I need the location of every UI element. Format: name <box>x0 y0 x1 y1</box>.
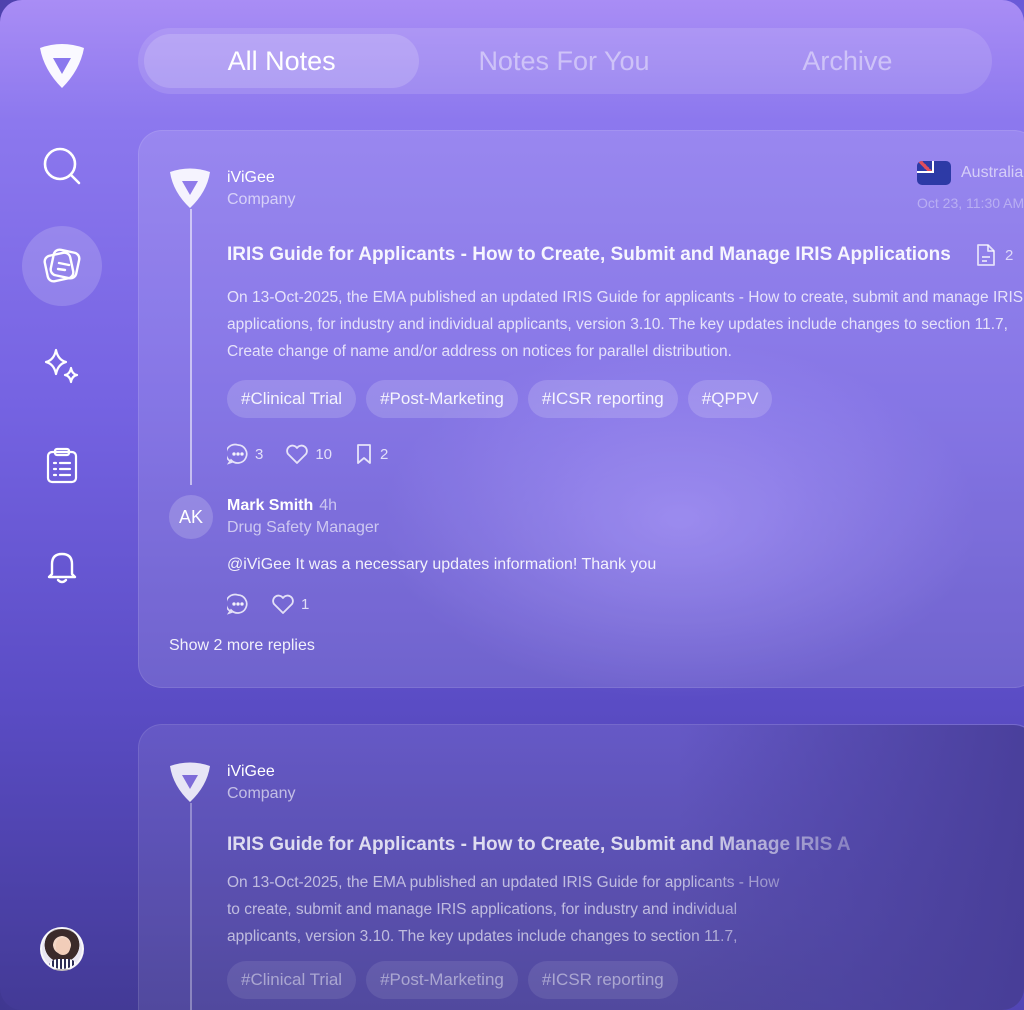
tag-chip[interactable]: #Clinical Trial <box>227 380 357 418</box>
reply-actions: 1 <box>227 593 309 615</box>
tag-list: #Clinical Trial #Post-Marketing #ICSR re… <box>227 961 678 999</box>
company-logo-icon <box>170 762 210 802</box>
reply-time: 4h <box>319 497 338 514</box>
like-count: 10 <box>315 445 333 463</box>
heart-icon <box>286 444 309 464</box>
post-date: Oct 23, 11:30 AM <box>917 195 1024 211</box>
post-title[interactable]: IRIS Guide for Applicants - How to Creat… <box>227 244 951 266</box>
post-body: On 13-Oct-2025, the EMA published an upd… <box>227 874 780 945</box>
note-card: iViGee Company Australia Oct 23, 11:30 A… <box>138 130 1024 688</box>
reply-author[interactable]: Mark Smith 4h <box>227 497 337 515</box>
nav-notes[interactable] <box>22 226 102 306</box>
reply-comment-button[interactable] <box>227 593 249 615</box>
tag-chip[interactable]: #QPPV <box>687 380 773 418</box>
avatar-face <box>56 938 70 955</box>
reply-avatar[interactable]: AK <box>169 495 213 539</box>
show-more-replies-link[interactable]: Show 2 more replies <box>169 637 315 655</box>
bookmark-icon <box>357 444 371 464</box>
post-actions: 3 10 2 <box>227 443 388 465</box>
nav-ai[interactable] <box>22 326 102 406</box>
thread-line <box>190 803 192 1010</box>
comment-count: 3 <box>255 445 264 463</box>
comment-button[interactable]: 3 <box>227 443 263 465</box>
tab-archive[interactable]: Archive <box>709 34 986 88</box>
attachment-count-value: 2 <box>1005 246 1014 264</box>
sparkles-icon <box>44 348 79 384</box>
tag-chip[interactable]: #Clinical Trial <box>227 961 357 999</box>
bell-icon <box>47 552 77 584</box>
attachment-count[interactable]: 2 <box>975 243 1013 267</box>
logo-icon[interactable] <box>36 40 88 90</box>
tag-list: #Clinical Trial #Post-Marketing #ICSR re… <box>227 380 773 418</box>
tab-all-notes[interactable]: All Notes <box>144 34 420 88</box>
nav-tasks[interactable] <box>22 426 102 506</box>
clipboard-icon <box>46 447 78 484</box>
tab-bar: All Notes Notes For You Archive <box>138 28 992 94</box>
sidebar <box>0 0 124 1010</box>
note-card: iViGee Company IRIS Guide for Applicants… <box>138 724 1024 1010</box>
bookmark-button[interactable]: 2 <box>354 443 388 465</box>
post-country: Australia <box>917 161 1023 185</box>
post-author-role: Company <box>227 785 296 802</box>
heart-icon <box>272 594 294 614</box>
app-frame: All Notes Notes For You Archive iViGee C… <box>0 0 1024 1010</box>
post-author[interactable]: iViGee <box>227 169 275 187</box>
tag-chip[interactable]: #Post-Marketing <box>366 380 518 418</box>
thread-line <box>190 209 192 485</box>
comment-icon <box>227 593 248 615</box>
reply-like-button[interactable]: 1 <box>271 593 309 615</box>
comment-icon <box>227 443 248 465</box>
company-logo-icon <box>170 168 210 208</box>
tag-chip[interactable]: #Post-Marketing <box>366 961 518 999</box>
avatar[interactable] <box>40 927 84 971</box>
post-author[interactable]: iViGee <box>227 763 275 781</box>
document-icon <box>977 244 995 266</box>
reply-like-count: 1 <box>301 595 310 613</box>
search-icon <box>43 147 81 185</box>
reply-text: @iViGee It was a necessary updates infor… <box>227 556 657 573</box>
avatar-shirt <box>48 959 78 969</box>
tag-chip[interactable]: #ICSR reporting <box>527 961 678 999</box>
reply-author-name: Mark Smith <box>227 497 314 514</box>
tab-notes-for-you[interactable]: Notes For You <box>419 34 708 88</box>
flag-icon <box>917 161 951 185</box>
country-label: Australia <box>961 164 1024 181</box>
post-title[interactable]: IRIS Guide for Applicants - How to Creat… <box>227 834 851 856</box>
post-author-role: Company <box>227 191 296 208</box>
post-body: On 13-Oct-2025, the EMA published an upd… <box>227 289 1024 360</box>
nav-search[interactable] <box>22 126 102 206</box>
reply-author-role: Drug Safety Manager <box>227 519 380 536</box>
tag-chip[interactable]: #ICSR reporting <box>527 380 678 418</box>
notes-icon <box>43 248 81 283</box>
like-button[interactable]: 10 <box>285 443 332 465</box>
nav-notifications[interactable] <box>22 526 102 606</box>
bookmark-count: 2 <box>380 445 389 463</box>
